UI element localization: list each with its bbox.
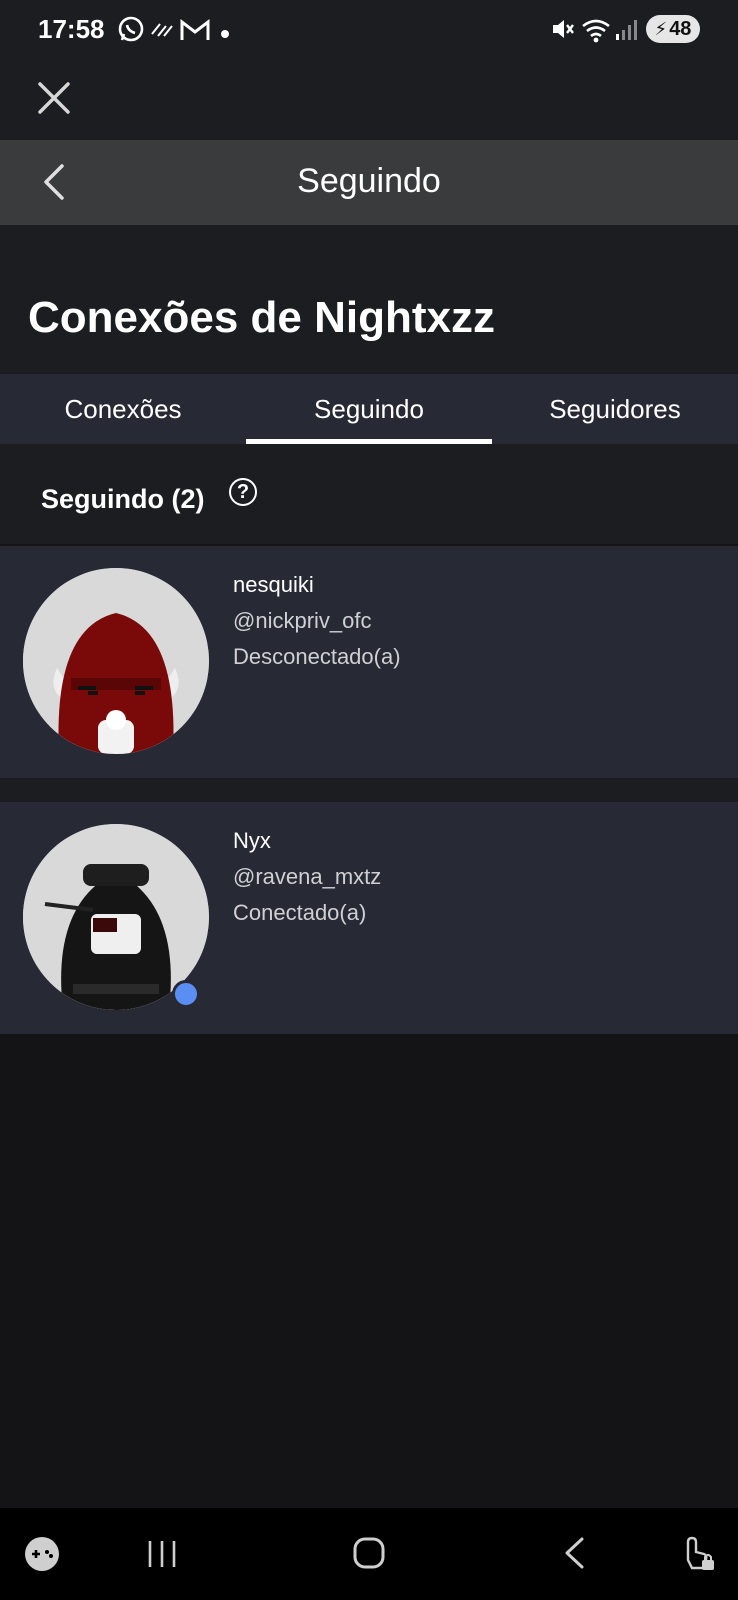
- system-back-button[interactable]: [562, 1536, 586, 1575]
- user-presence-status: Desconectado(a): [233, 644, 401, 669]
- notification-dot-icon: [220, 26, 230, 44]
- touch-lock-button[interactable]: [680, 1534, 716, 1577]
- user-handle: @ravena_mxtz: [233, 864, 382, 889]
- user-handle: @nickpriv_ofc: [233, 608, 372, 633]
- data-saver-icon: [150, 20, 174, 43]
- user-presence-status: Conectado(a): [233, 900, 367, 925]
- gmail-icon: [180, 18, 210, 47]
- tab-bar: Conexões Seguindo Seguidores: [0, 374, 738, 444]
- tab-seguidores[interactable]: Seguidores: [492, 374, 738, 444]
- section-header: Seguindo (2) ?: [0, 444, 738, 544]
- avatar: [23, 568, 209, 754]
- system-nav-bar: [0, 1508, 738, 1600]
- home-icon: [353, 1537, 385, 1569]
- wifi-icon: [580, 16, 612, 49]
- title-area: Conexões de Nightxzz: [0, 225, 738, 374]
- close-row: [0, 60, 738, 140]
- header-bar: Seguindo: [0, 140, 738, 225]
- help-icon[interactable]: ?: [229, 478, 257, 506]
- section-title: Seguindo (2): [41, 484, 205, 514]
- recent-apps-icon: [148, 1541, 176, 1567]
- charging-icon: ⚡: [654, 18, 668, 39]
- card-separator: [0, 778, 738, 802]
- home-button[interactable]: [352, 1536, 386, 1575]
- close-icon: [38, 82, 70, 114]
- user-display-name: Nyx: [233, 828, 271, 853]
- whatsapp-icon: [116, 14, 146, 49]
- back-arrow-icon: [565, 1537, 584, 1569]
- header-title: Seguindo: [297, 162, 441, 200]
- user-card[interactable]: nesquiki @nickpriv_ofc Desconectado(a): [0, 546, 738, 778]
- page-title: Conexões de Nightxzz: [28, 293, 495, 342]
- gamepad-icon: [25, 1537, 59, 1571]
- tab-seguindo[interactable]: Seguindo: [246, 374, 492, 444]
- signal-icon: [614, 18, 640, 47]
- status-bar: 17:58 ⚡ 48: [0, 0, 738, 60]
- user-display-name: nesquiki: [233, 572, 314, 597]
- battery-level: 48: [669, 17, 692, 40]
- battery-indicator: ⚡ 48: [646, 15, 700, 43]
- close-button[interactable]: [34, 78, 74, 118]
- mute-icon: [550, 16, 576, 47]
- touch-lock-icon: [686, 1536, 714, 1570]
- game-tools-button[interactable]: [24, 1536, 60, 1577]
- online-status-dot: [172, 980, 200, 1008]
- tab-conexoes[interactable]: Conexões: [0, 374, 246, 444]
- status-time: 17:58: [38, 14, 105, 44]
- recent-apps-button[interactable]: [146, 1538, 178, 1575]
- user-card[interactable]: Nyx @ravena_mxtz Conectado(a): [0, 802, 738, 1034]
